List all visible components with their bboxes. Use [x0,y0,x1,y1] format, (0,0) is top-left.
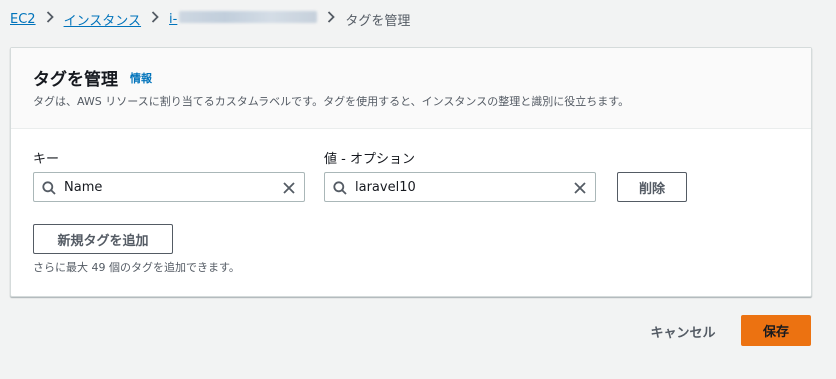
value-label: 値 - オプション [324,152,415,167]
save-button[interactable]: 保存 [741,315,811,346]
search-icon [333,180,347,195]
chevron-right-icon [327,11,336,27]
remove-tag-button[interactable]: 削除 [617,172,687,202]
breadcrumb: EC2 インスタンス i- タグを管理 [10,9,410,29]
panel-title: タグを管理 [33,70,118,90]
value-input[interactable] [355,177,535,197]
close-icon[interactable] [573,180,587,194]
key-input[interactable] [64,177,244,197]
close-icon[interactable] [282,180,296,194]
manage-tags-panel: タグを管理 情報 タグは、AWS リソースに割り当てるカスタムラベルです。タグを… [10,47,812,297]
add-tag-button[interactable]: 新規タグを追加 [33,224,173,254]
breadcrumb-current: タグを管理 [345,13,411,29]
panel-description: タグは、AWS リソースに割り当てるカスタムラベルです。タグを使用すると、インス… [33,95,630,108]
tag-limit-note: さらに最大 49 個のタグを追加できます。 [33,261,240,274]
key-field[interactable] [33,172,305,202]
redacted-instance-id [179,11,318,23]
cancel-button[interactable]: キャンセル [646,322,720,341]
chevron-right-icon [46,11,54,27]
search-icon [42,180,56,195]
chevron-right-icon [151,11,159,27]
panel-header: タグを管理 情報 タグは、AWS リソースに割り当てるカスタムラベルです。タグを… [11,48,811,129]
breadcrumb-ec2[interactable]: EC2 [10,12,36,27]
info-link[interactable]: 情報 [130,70,152,86]
key-label: キー [33,152,60,167]
breadcrumb-instance-id[interactable]: i- [169,11,318,27]
value-field[interactable] [324,172,596,202]
breadcrumb-instances[interactable]: インスタンス [64,10,141,29]
